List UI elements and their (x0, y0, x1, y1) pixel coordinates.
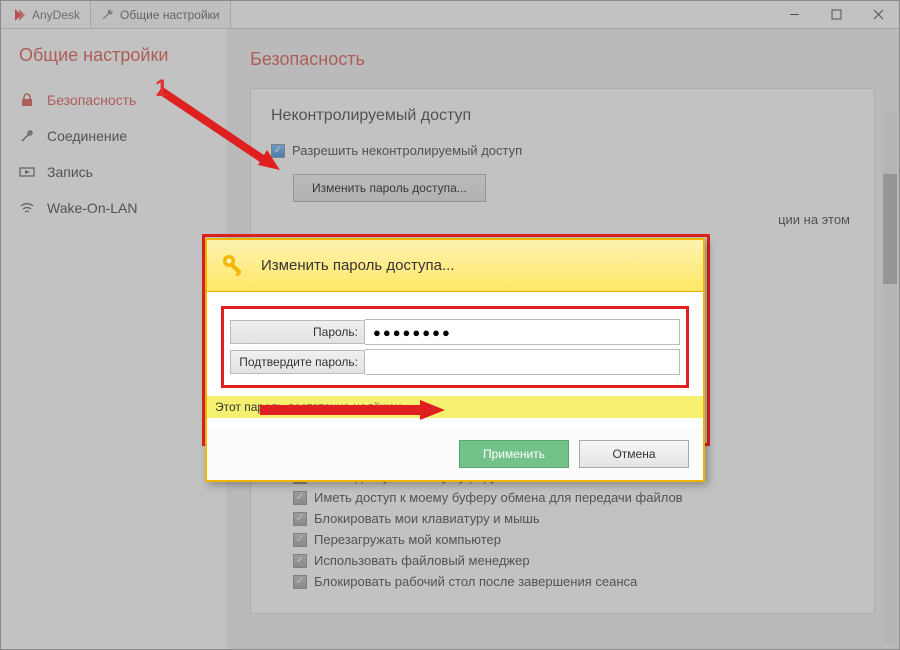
perm-row[interactable]: ✓ Блокировать мои клавиатуру и мышь (293, 511, 854, 526)
maximize-icon (831, 9, 842, 20)
dialog-title: Изменить пароль доступа... (261, 257, 454, 274)
checkbox-label: Разрешить неконтролируемый доступ (292, 143, 522, 158)
record-icon (19, 164, 35, 180)
password-input[interactable] (365, 319, 680, 345)
wifi-icon (19, 200, 35, 216)
app-name-label: AnyDesk (32, 8, 80, 22)
page-title: Безопасность (250, 49, 875, 70)
sidebar-item-wol[interactable]: Wake-On-LAN (1, 190, 226, 226)
arrow-1-icon (130, 70, 290, 180)
scrollbar-track[interactable] (883, 111, 897, 643)
settings-tab-label: Общие настройки (120, 8, 220, 22)
close-button[interactable] (857, 1, 899, 28)
minimize-button[interactable] (773, 1, 815, 28)
wrench-icon (101, 8, 115, 22)
sidebar-item-label: Wake-On-LAN (47, 200, 138, 216)
sidebar-item-label: Безопасность (47, 92, 136, 108)
checkbox-icon: ✓ (293, 554, 307, 568)
form-highlight: Пароль: Подтвердите пароль: (221, 306, 689, 388)
lock-icon (19, 92, 35, 108)
checkbox-label: Иметь доступ к моему буферу обмена для п… (314, 490, 683, 505)
sidebar-item-label: Соединение (47, 128, 127, 144)
cancel-button[interactable]: Отмена (579, 440, 689, 468)
maximize-button[interactable] (815, 1, 857, 28)
checkbox-label: Использовать файловый менеджер (314, 553, 530, 568)
perm-row[interactable]: ✓ Использовать файловый менеджер (293, 553, 854, 568)
partial-text: ции на этом (293, 212, 854, 227)
checkbox-icon: ✓ (293, 512, 307, 526)
password-dialog: Изменить пароль доступа... Пароль: Подтв… (205, 238, 705, 482)
minimize-icon (789, 9, 800, 20)
anydesk-logo-icon (11, 7, 27, 23)
confirm-password-input[interactable] (365, 349, 680, 375)
arrow-3-icon (250, 395, 450, 425)
checkbox-label: Блокировать рабочий стол после завершени… (314, 574, 637, 589)
change-password-button[interactable]: Изменить пароль доступа... (293, 174, 486, 202)
password-label: Пароль: (230, 320, 365, 344)
checkbox-label: Перезагружать мой компьютер (314, 532, 501, 547)
titlebar: AnyDesk Общие настройки (1, 1, 899, 29)
scrollbar-thumb[interactable] (883, 174, 897, 284)
checkbox-icon: ✓ (293, 491, 307, 505)
app-tab[interactable]: AnyDesk (1, 1, 91, 28)
annotation-1: 1 (155, 75, 168, 103)
apply-button[interactable]: Применить (459, 440, 569, 468)
close-icon (873, 9, 884, 20)
section-heading: Неконтролируемый доступ (271, 107, 854, 125)
settings-tab[interactable]: Общие настройки (91, 1, 231, 28)
sidebar-item-label: Запись (47, 164, 93, 180)
perm-row[interactable]: ✓ Блокировать рабочий стол после завершен… (293, 574, 854, 589)
key-icon (219, 251, 249, 281)
checkbox-label: Блокировать мои клавиатуру и мышь (314, 511, 540, 526)
allow-unattended-row[interactable]: ✓ Разрешить неконтролируемый доступ (271, 143, 854, 158)
plug-icon (19, 128, 35, 144)
perm-row[interactable]: ✓ Иметь доступ к моему буферу обмена для … (293, 490, 854, 505)
dialog-header: Изменить пароль доступа... (207, 240, 703, 292)
checkbox-icon: ✓ (293, 533, 307, 547)
checkbox-icon: ✓ (293, 575, 307, 589)
confirm-label: Подтвердите пароль: (230, 350, 365, 374)
perm-row[interactable]: ✓ Перезагружать мой компьютер (293, 532, 854, 547)
